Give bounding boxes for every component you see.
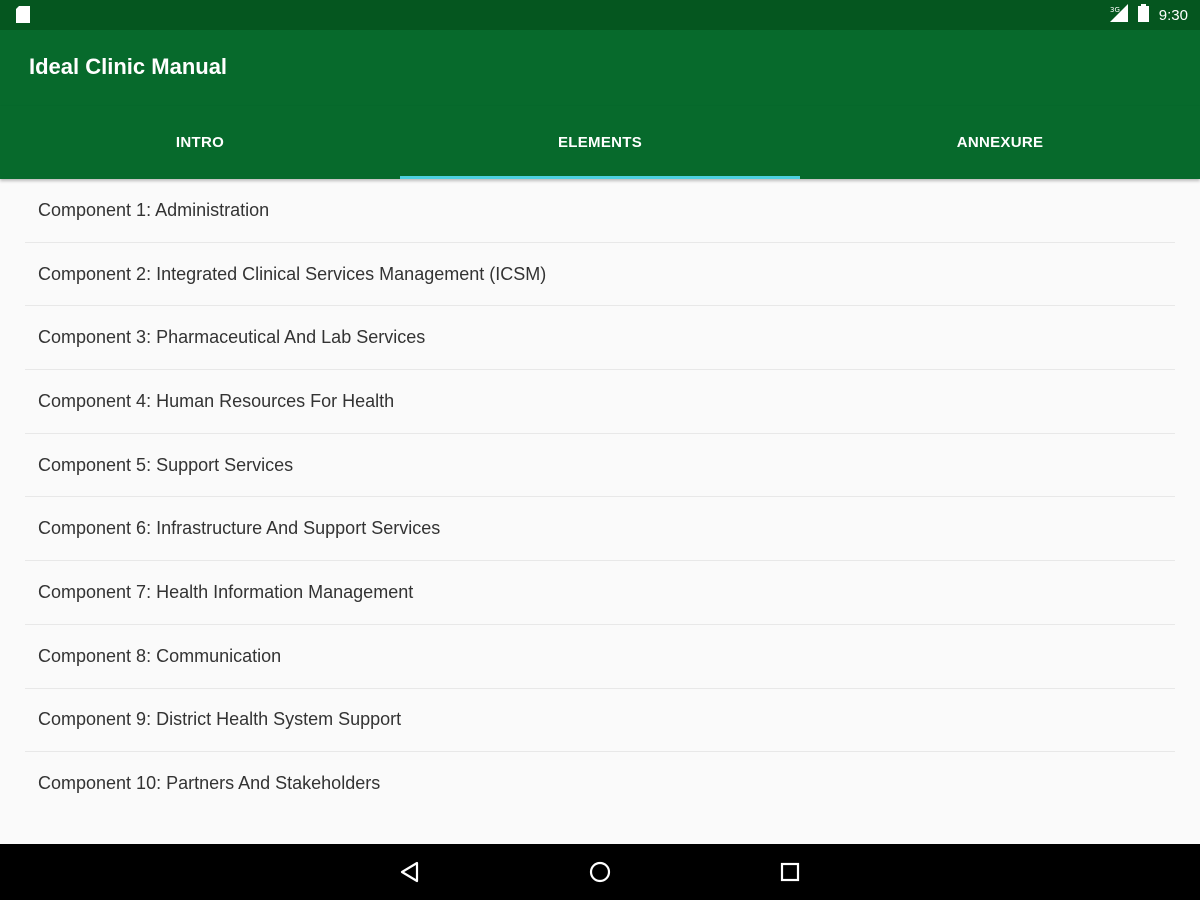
list-item-label: Component 10: Partners And Stakeholders <box>38 773 381 794</box>
list-item-label: Component 2: Integrated Clinical Service… <box>38 263 547 284</box>
signal-icon: 3G <box>1109 3 1128 27</box>
list-item-component-8[interactable]: Component 8: Communication <box>25 625 1175 689</box>
list-item-label: Component 7: Health Information Manageme… <box>38 581 414 602</box>
list-item-component-5[interactable]: Component 5: Support Services <box>25 434 1175 498</box>
status-time: 9:30 <box>1158 6 1188 24</box>
app-title: Ideal Clinic Manual <box>29 54 228 79</box>
notification-icon <box>16 6 30 28</box>
navigation-bar <box>0 844 1200 900</box>
list-item-label: Component 9: District Health System Supp… <box>38 709 402 730</box>
back-icon[interactable] <box>396 858 424 886</box>
list-item-label: Component 8: Communication <box>38 645 282 666</box>
tab-bar: INTRO ELEMENTS ANNEXURE <box>0 106 1200 179</box>
list-item-label: Component 6: Infrastructure And Support … <box>38 518 441 539</box>
tab-elements[interactable]: ELEMENTS <box>400 106 800 179</box>
list-item-component-9[interactable]: Component 9: District Health System Supp… <box>25 689 1175 753</box>
list-item-component-4[interactable]: Component 4: Human Resources For Health <box>25 370 1175 434</box>
list-item-label: Component 3: Pharmaceutical And Lab Serv… <box>38 327 426 348</box>
svg-text:3G: 3G <box>1110 6 1120 14</box>
list-item-component-10[interactable]: Component 10: Partners And Stakeholders <box>25 752 1175 815</box>
status-bar: 3G 9:30 <box>0 0 1200 30</box>
tab-annexure[interactable]: ANNEXURE <box>800 106 1200 179</box>
list-item-label: Component 5: Support Services <box>38 454 294 475</box>
recent-apps-icon[interactable] <box>776 858 804 886</box>
list-item-component-1[interactable]: Component 1: Administration <box>25 179 1175 243</box>
list-item-label: Component 4: Human Resources For Health <box>38 390 395 411</box>
home-icon[interactable] <box>586 858 614 886</box>
list-item-component-6[interactable]: Component 6: Infrastructure And Support … <box>25 497 1175 562</box>
battery-icon <box>1137 3 1149 27</box>
list-item-component-7[interactable]: Component 7: Health Information Manageme… <box>25 561 1175 625</box>
component-list: Component 1: Administration Component 2:… <box>0 179 1200 815</box>
list-item-label: Component 1: Administration <box>38 199 270 220</box>
app-bar: Ideal Clinic Manual <box>0 30 1200 106</box>
tab-intro[interactable]: INTRO <box>0 106 400 179</box>
list-item-component-3[interactable]: Component 3: Pharmaceutical And Lab Serv… <box>25 306 1175 371</box>
list-item-component-2[interactable]: Component 2: Integrated Clinical Service… <box>25 243 1175 307</box>
